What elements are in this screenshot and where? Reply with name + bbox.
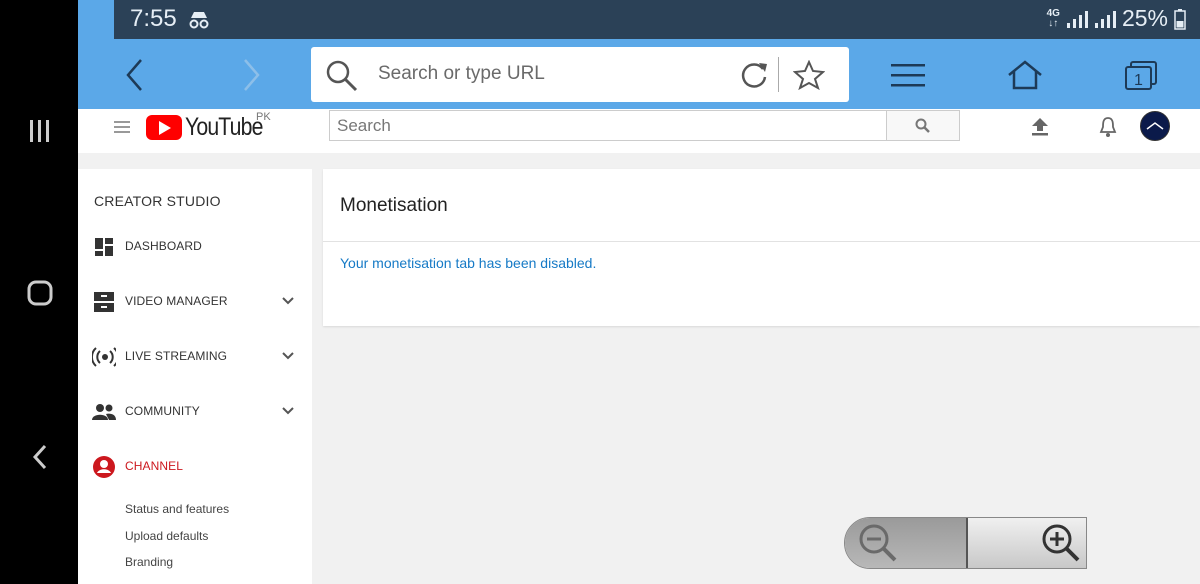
sidebar-item-label: CHANNEL [125, 459, 184, 473]
youtube-header: YouTube PK Search [78, 109, 1200, 153]
status-bar: 7:55 4G ↓↑ 25% [78, 0, 1200, 39]
status-bar-background [114, 0, 1200, 39]
sidebar-item-community[interactable]: COMMUNITY [78, 392, 312, 432]
guide-menu-icon[interactable] [114, 120, 130, 139]
url-placeholder: Search or type URL [378, 63, 545, 84]
search-icon [325, 59, 359, 98]
url-bar-divider [778, 57, 779, 92]
home-nav-icon[interactable] [24, 277, 56, 309]
sidebar-subitem-upload-defaults[interactable]: Upload defaults [125, 529, 208, 543]
back-icon[interactable] [113, 53, 157, 97]
community-icon [92, 401, 116, 423]
notifications-bell-icon[interactable] [1094, 113, 1122, 141]
clock: 7:55 [130, 5, 177, 32]
search-placeholder: Search [337, 116, 391, 135]
sidebar-item-label: COMMUNITY [125, 404, 200, 418]
zoom-in-button[interactable] [968, 518, 1086, 568]
youtube-wordmark: YouTube [185, 113, 263, 141]
sidebar-item-label: DASHBOARD [125, 239, 202, 253]
chevron-down-icon[interactable] [281, 349, 295, 367]
recent-apps-icon[interactable] [24, 115, 56, 147]
live-streaming-icon [92, 346, 116, 368]
forward-icon[interactable] [229, 53, 273, 97]
panel-divider [323, 241, 1200, 242]
video-manager-icon [92, 291, 116, 313]
zoom-out-button[interactable] [845, 518, 968, 568]
creator-studio-sidebar: CREATOR STUDIO DASHBOARD VIDEO MANAGER L… [78, 169, 312, 584]
monetisation-panel: Monetisation Your monetisation tab has b… [323, 169, 1200, 326]
sidebar-item-dashboard[interactable]: DASHBOARD [78, 227, 312, 267]
youtube-play-icon [146, 115, 182, 140]
android-nav-bar [0, 0, 78, 584]
network-type: 4G ↓↑ [1046, 7, 1060, 29]
home-icon[interactable] [1003, 53, 1047, 97]
url-bar[interactable]: Search or type URL [311, 47, 849, 102]
menu-icon[interactable] [886, 53, 930, 97]
page-title: Monetisation [340, 195, 448, 216]
sidebar-item-label: VIDEO MANAGER [125, 294, 228, 308]
youtube-search-input[interactable]: Search [329, 110, 887, 141]
monetisation-status-message: Your monetisation tab has been disabled. [340, 255, 597, 271]
account-avatar[interactable] [1140, 111, 1170, 141]
incognito-icon [188, 8, 210, 35]
chevron-down-icon[interactable] [281, 294, 295, 312]
zoom-control [844, 517, 1087, 569]
zoom-out-icon [859, 524, 897, 562]
sidebar-item-channel[interactable]: CHANNEL [78, 447, 312, 487]
signal-icon [1066, 10, 1088, 28]
sidebar-subitem-status-and-features[interactable]: Status and features [125, 502, 229, 516]
status-icons: 4G ↓↑ 25% [1047, 5, 1186, 32]
sidebar-item-live-streaming[interactable]: LIVE STREAMING [78, 337, 312, 377]
upload-icon[interactable] [1026, 113, 1054, 141]
dashboard-icon [92, 236, 116, 258]
web-page: YouTube PK Search CREATOR STUDIO DASHBOA… [78, 109, 1200, 584]
tabs-icon[interactable]: 1 [1119, 53, 1163, 97]
sidebar-title: CREATOR STUDIO [94, 193, 221, 209]
zoom-in-icon [1042, 524, 1080, 562]
battery-percent: 25% [1121, 5, 1168, 31]
battery-icon [1174, 8, 1186, 30]
signal-icon-2 [1094, 10, 1116, 28]
tab-count: 1 [1134, 72, 1143, 89]
youtube-search-button[interactable] [886, 110, 960, 141]
back-nav-icon[interactable] [24, 441, 56, 473]
sidebar-item-video-manager[interactable]: VIDEO MANAGER [78, 282, 312, 322]
sidebar-item-label: LIVE STREAMING [125, 349, 228, 363]
channel-icon [92, 456, 116, 478]
star-icon[interactable] [792, 59, 826, 95]
reload-icon[interactable] [739, 60, 769, 95]
browser-toolbar: Search or type URL 1 [78, 39, 1200, 109]
region-code: PK [256, 111, 271, 123]
sidebar-subitem-branding[interactable]: Branding [125, 555, 173, 569]
youtube-logo[interactable]: YouTube PK [146, 111, 276, 142]
search-icon [915, 118, 930, 133]
chevron-down-icon[interactable] [281, 404, 295, 422]
